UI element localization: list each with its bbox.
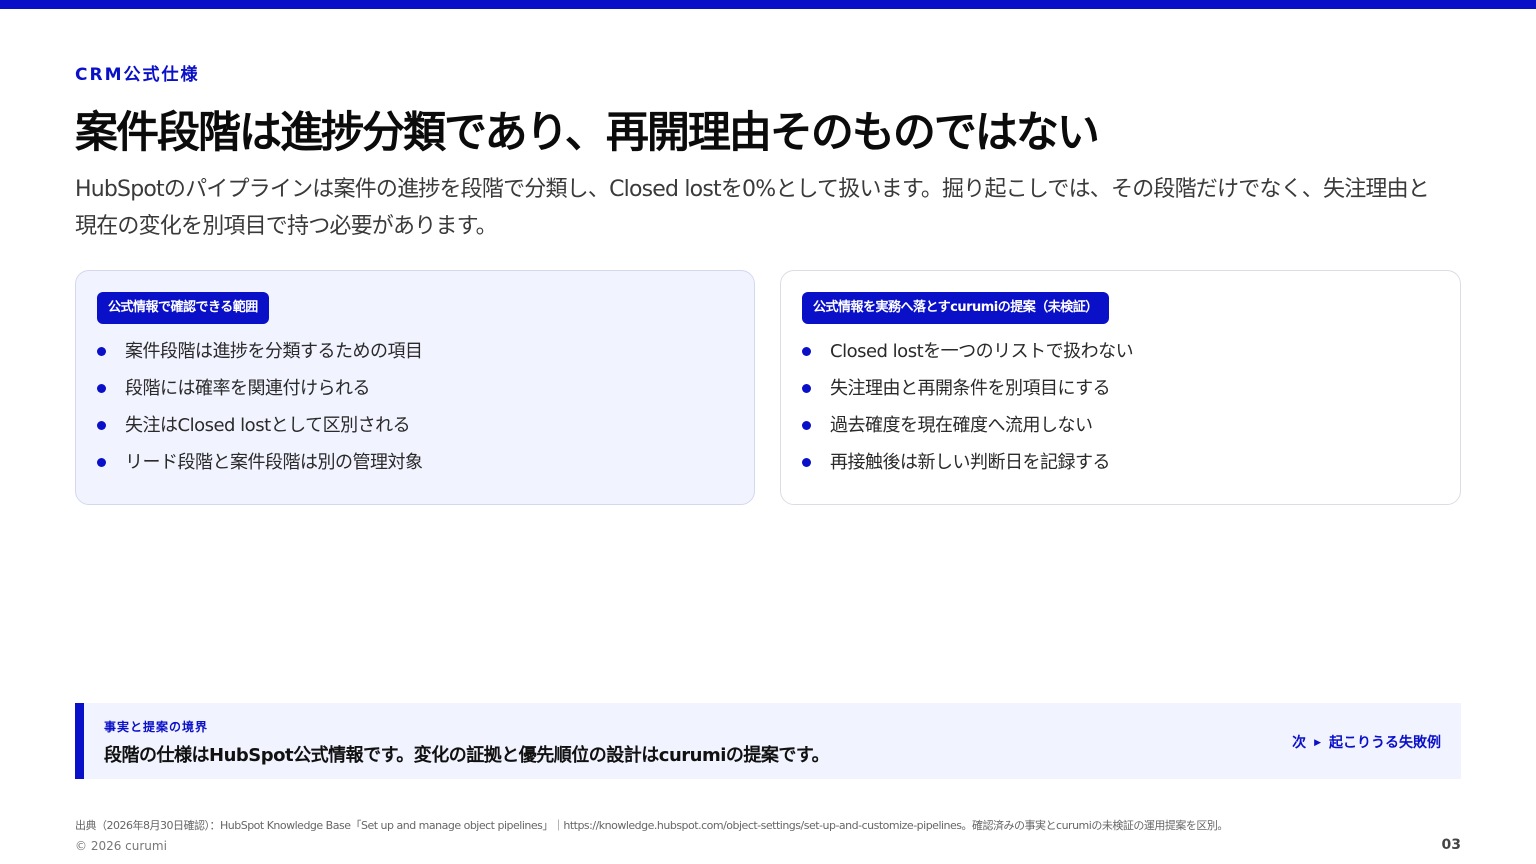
next-label: 起こりうる失敗例 (1329, 735, 1441, 751)
official-info-list: 案件段階は進捗を分類するための項目 段階には確率を関連付けられる 失注はClos… (96, 333, 423, 481)
list-item-text: 失注はClosed lostとして区別される (125, 415, 411, 436)
proposal-card: 公式情報を実務へ落とすcurumiの提案（未検証） Closed lostを一つ… (780, 270, 1461, 505)
list-item-text: 段階には確率を関連付けられる (125, 378, 371, 399)
copyright: © 2026 curumi (75, 839, 167, 853)
section-eyebrow: CRM公式仕様 (75, 65, 200, 85)
bullet-dot-icon (802, 384, 811, 393)
triangle-right-icon: ▶ (1314, 738, 1321, 748)
list-item-text: 失注理由と再開条件を別項目にする (830, 378, 1111, 399)
source-note: 出典（2026年8月30日確認）：HubSpot Knowledge Base「… (75, 819, 1228, 832)
top-accent-bar (0, 0, 1536, 9)
list-item: 失注理由と再開条件を別項目にする (801, 370, 1133, 407)
bullet-dot-icon (802, 458, 811, 467)
list-item: 再接触後は新しい判断日を記録する (801, 444, 1133, 481)
next-prefix: 次 (1292, 735, 1307, 751)
bullet-dot-icon (97, 347, 106, 356)
list-item: リード段階と案件段階は別の管理対象 (96, 444, 423, 481)
list-item: 失注はClosed lostとして区別される (96, 407, 423, 444)
callout-label: 事実と提案の境界 (104, 720, 209, 734)
list-item-text: 過去確度を現在確度へ流用しない (830, 415, 1093, 436)
bullet-dot-icon (97, 458, 106, 467)
next-section-link[interactable]: 次 ▶ 起こりうる失敗例 (1292, 732, 1441, 752)
official-info-card: 公式情報で確認できる範囲 案件段階は進捗を分類するための項目 段階には確率を関連… (75, 270, 755, 505)
callout-text: 段階の仕様はHubSpot公式情報です。変化の証拠と優先順位の設計はcurumi… (104, 745, 830, 766)
list-item-text: リード段階と案件段階は別の管理対象 (125, 452, 423, 473)
list-item: 過去確度を現在確度へ流用しない (801, 407, 1133, 444)
list-item-text: 案件段階は進捗を分類するための項目 (125, 341, 423, 362)
bullet-dot-icon (97, 421, 106, 430)
bullet-dot-icon (802, 347, 811, 356)
proposal-badge: 公式情報を実務へ落とすcurumiの提案（未検証） (802, 292, 1109, 324)
proposal-list: Closed lostを一つのリストで扱わない 失注理由と再開条件を別項目にする… (801, 333, 1134, 481)
bullet-dot-icon (97, 384, 106, 393)
bullet-dot-icon (802, 421, 811, 430)
list-item: 段階には確率を関連付けられる (96, 370, 423, 407)
list-item: 案件段階は進捗を分類するための項目 (96, 333, 423, 370)
page-number: 03 (1441, 837, 1461, 853)
list-item-text: Closed lostを一つのリストで扱わない (830, 341, 1134, 362)
list-item-text: 再接触後は新しい判断日を記録する (830, 452, 1111, 473)
list-item: Closed lostを一つのリストで扱わない (801, 333, 1134, 370)
boundary-callout: 事実と提案の境界 段階の仕様はHubSpot公式情報です。変化の証拠と優先順位の… (75, 703, 1461, 779)
page-title: 案件段階は進捗分類であり、再開理由そのものではない (75, 108, 1100, 158)
lead-paragraph: HubSpotのパイプラインは案件の進捗を段階で分類し、Closed lostを… (75, 177, 1430, 239)
official-info-badge: 公式情報で確認できる範囲 (97, 292, 269, 324)
